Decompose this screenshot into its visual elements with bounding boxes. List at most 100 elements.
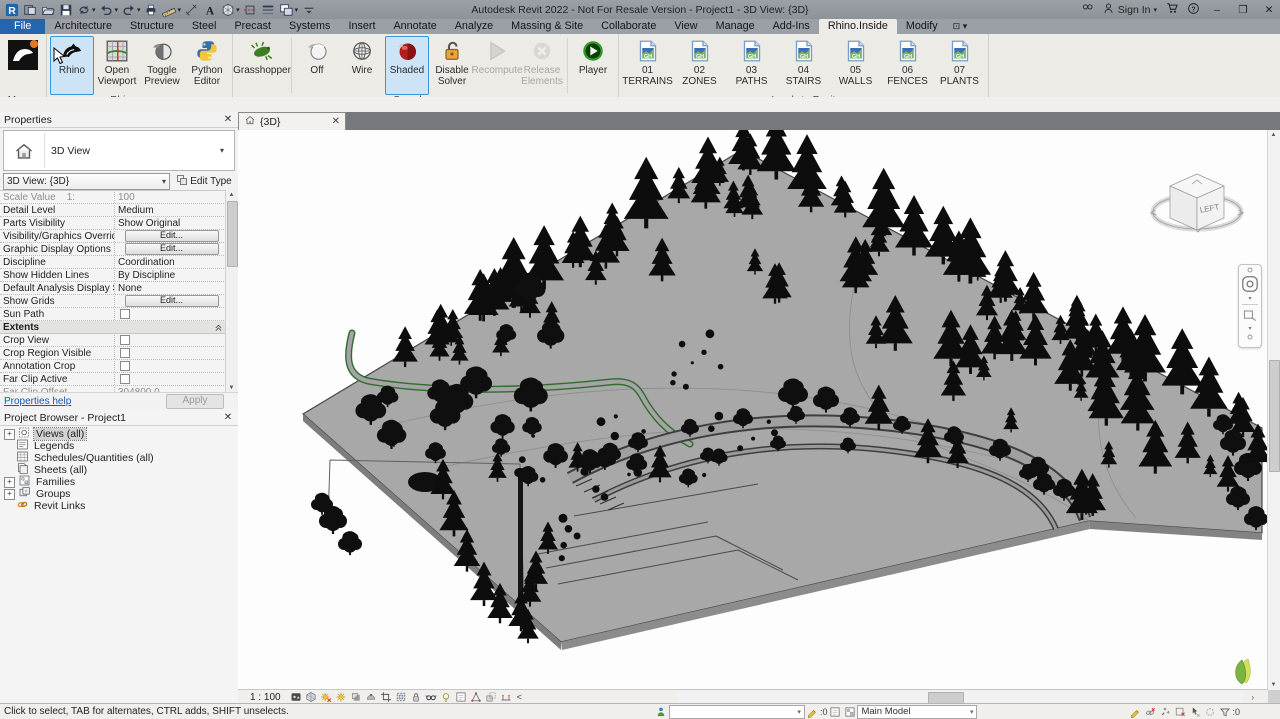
visual-style-icon[interactable] [289, 691, 304, 703]
view-tab-close-icon[interactable]: ✕ [332, 116, 340, 127]
ribbon-button-gh-07-plants[interactable]: GH07PLANTS [934, 36, 985, 95]
ribbon-button-gh-01-terrains[interactable]: GH01TERRAINS [622, 36, 673, 95]
viewcube[interactable]: LEFT [1150, 162, 1246, 250]
sync-with-central-icon[interactable] [76, 2, 91, 17]
ribbon-button-grasshopper[interactable]: Grasshopper [236, 36, 288, 95]
edit-button[interactable]: Edit... [125, 295, 219, 307]
panel-display-toggle[interactable]: ⊡ ▾ [953, 21, 968, 34]
worksets-icon[interactable] [654, 706, 669, 718]
sun-settings-icon[interactable] [334, 691, 349, 703]
ribbon-button-gh-02-zones[interactable]: GH02ZONES [674, 36, 725, 95]
selection-filter-icon[interactable] [1217, 706, 1232, 718]
ribbon-button-open-viewport[interactable]: OpenViewport [95, 36, 139, 95]
ribbon-button-preview-wire[interactable]: Wire [340, 36, 384, 95]
default-3d-view-icon[interactable] [220, 2, 235, 17]
ribbon-tab-precast[interactable]: Precast [225, 19, 280, 34]
text-icon[interactable]: A [202, 2, 217, 17]
edit-button[interactable]: Edit... [125, 243, 219, 255]
browser-item-sheets-all-[interactable]: Sheets (all) [0, 464, 238, 476]
ribbon-tab-add-ins[interactable]: Add-Ins [764, 19, 819, 34]
temporary-view-properties-icon[interactable] [454, 691, 469, 703]
measure-icon[interactable] [162, 2, 177, 17]
ribbon-tab-analyze[interactable]: Analyze [446, 19, 502, 34]
ribbon-button-disable-solver[interactable]: DisableSolver [430, 36, 474, 95]
sign-in-button[interactable]: Sign In ▾ [1102, 2, 1157, 18]
ribbon-tab-view[interactable]: View [665, 19, 706, 34]
revit-logo-icon[interactable]: R [4, 2, 19, 17]
ribbon-button-rhino[interactable]: Rhino [50, 36, 94, 95]
ribbon-tab-manage[interactable]: Manage [707, 19, 764, 34]
browser-item-legends[interactable]: Legends [0, 440, 238, 452]
switch-windows-icon[interactable] [279, 2, 294, 17]
open-file-icon[interactable] [40, 2, 55, 17]
ribbon-tab-systems[interactable]: Systems [280, 19, 339, 34]
store-cart-icon[interactable] [1165, 1, 1179, 18]
property-checkbox[interactable] [120, 335, 130, 345]
print-icon[interactable] [144, 2, 159, 17]
analytical-model-icon[interactable] [469, 691, 484, 703]
restore-button[interactable]: ❐ [1234, 4, 1252, 16]
ribbon-tab-modify[interactable]: Modify [897, 19, 947, 34]
browser-item-groups[interactable]: +Groups [0, 488, 238, 500]
edit-type-button[interactable]: Edit Type [173, 174, 235, 189]
thin-lines-icon[interactable] [261, 2, 276, 17]
ribbon-button-python-editor[interactable]: PythonEditor [185, 36, 229, 95]
property-checkbox[interactable] [120, 348, 130, 358]
view-tab-3d[interactable]: {3D} ✕ [238, 112, 346, 130]
file-tabs-icon[interactable] [22, 2, 37, 17]
background-process-icon[interactable] [1202, 706, 1217, 718]
exclude-options-icon[interactable] [1172, 706, 1187, 718]
properties-scrollbar[interactable]: ▲ ▼ [225, 190, 238, 393]
search-icon[interactable] [1081, 2, 1094, 18]
locked-3d-view-icon[interactable] [409, 691, 424, 703]
tree-expand-icon[interactable]: + [4, 477, 15, 488]
3d-site-model[interactable] [238, 130, 1268, 690]
properties-help-link[interactable]: Properties help [4, 396, 71, 407]
browser-item-schedules-quantities-all-[interactable]: Schedules/Quantities (all) [0, 452, 238, 464]
vcb-collapse-arrow[interactable]: < [514, 692, 522, 702]
pin-toggle-icon[interactable] [1157, 706, 1172, 718]
project-browser-close-icon[interactable]: ✕ [222, 412, 234, 423]
properties-close-icon[interactable]: ✕ [222, 114, 234, 125]
browser-item-revit-links[interactable]: Revit Links [0, 500, 238, 512]
ribbon-tab-file[interactable]: File [0, 19, 45, 34]
ribbon-button-rhino-inside-app[interactable] [3, 36, 43, 95]
drag-on-selection-icon[interactable] [1187, 706, 1202, 718]
ribbon-button-preview-off[interactable]: Off [295, 36, 339, 95]
ribbon-tab-insert[interactable]: Insert [339, 19, 384, 34]
ribbon-button-gh-03-paths[interactable]: GH03PATHS [726, 36, 777, 95]
viewport-horizontal-scrollbar[interactable] [678, 691, 1242, 703]
worksets-dropdown[interactable]: ▾ [669, 705, 805, 719]
edit-button[interactable]: Edit... [125, 230, 219, 242]
links-ignore-icon[interactable] [1142, 706, 1157, 718]
shadows-off-icon[interactable] [349, 691, 364, 703]
minimize-button[interactable]: – [1208, 4, 1226, 16]
property-checkbox[interactable] [120, 374, 130, 384]
ribbon-button-preview-shaded[interactable]: Shaded [385, 36, 429, 95]
browser-item-views-all-[interactable]: +Views (all) [0, 428, 238, 440]
sun-path-off-icon[interactable] [319, 691, 334, 703]
property-section-extents[interactable]: Extents [0, 321, 226, 334]
ribbon-button-player[interactable]: Player [571, 36, 615, 95]
viewport-vertical-scrollbar[interactable]: ▲ ▼ [1267, 130, 1280, 690]
navigation-bar[interactable]: ▾ ▾ [1238, 264, 1262, 348]
ribbon-tab-collaborate[interactable]: Collaborate [592, 19, 665, 34]
3d-viewport[interactable]: LEFT ▾ ▾ [238, 130, 1268, 690]
view-instance-selector[interactable]: 3D View: {3D}▾ [3, 173, 170, 190]
undo-icon[interactable] [99, 2, 114, 17]
hscroll-right-arrow[interactable]: › [1251, 693, 1254, 702]
show-crop-region-icon[interactable] [394, 691, 409, 703]
reveal-constraints-icon[interactable] [499, 691, 514, 703]
tree-expand-icon[interactable]: + [4, 429, 15, 440]
view-scale-button[interactable]: 1 : 100 [238, 692, 289, 703]
tree-expand-icon[interactable]: + [4, 489, 15, 500]
temporary-hide-isolate-icon[interactable] [424, 691, 439, 703]
rendering-dialog-icon[interactable] [364, 691, 379, 703]
property-checkbox[interactable] [120, 361, 130, 371]
ribbon-tab-steel[interactable]: Steel [183, 19, 226, 34]
design-options-icon[interactable] [827, 706, 842, 718]
ribbon-tab-structure[interactable]: Structure [121, 19, 183, 34]
browser-item-families[interactable]: +Families [0, 476, 238, 488]
ribbon-button-release-elements[interactable]: ReleaseElements [520, 36, 564, 95]
apply-button[interactable]: Apply [166, 394, 224, 409]
